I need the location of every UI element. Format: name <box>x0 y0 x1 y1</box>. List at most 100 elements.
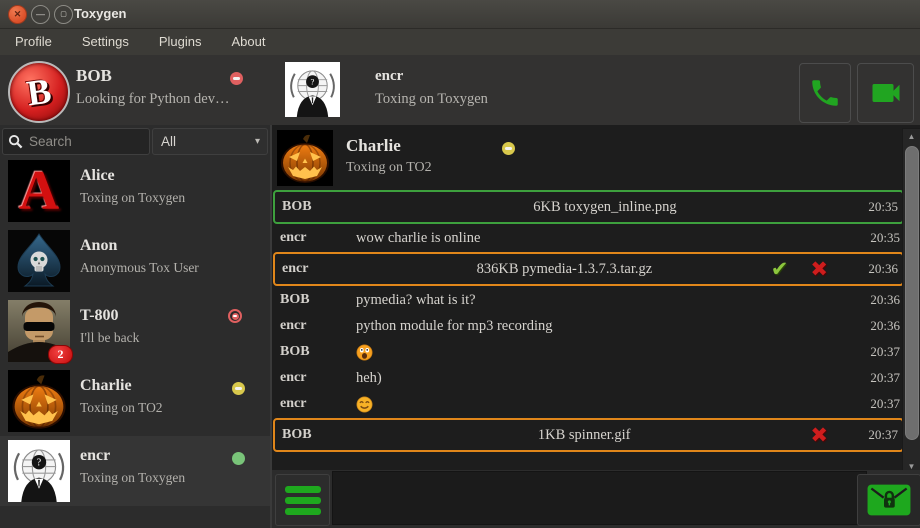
header: B BOB Looking for Python dev… ? encr T <box>0 55 920 125</box>
minimize-glyph: — <box>36 10 45 19</box>
minimize-icon[interactable]: — <box>31 5 50 24</box>
contact-name: Anon <box>80 237 117 255</box>
maximize-icon[interactable]: ▢ <box>54 5 73 24</box>
menu-about[interactable]: About <box>216 29 280 55</box>
scroll-up-glyph: ▲ <box>908 132 916 141</box>
pumpkin-icon <box>277 130 333 186</box>
self-status-message[interactable]: Looking for Python dev… <box>76 91 229 108</box>
file-transfer-label: 6KB toxygen_inline.png <box>358 199 852 216</box>
contact-status-message: Toxing on Toxygen <box>80 470 185 486</box>
message-time: 20:35 <box>852 199 902 215</box>
file-transfer-row[interactable]: encr 836KB pymedia-1.3.7.3.tar.gz ✔ ✖ 20… <box>273 252 904 286</box>
banner-status-message: Toxing on TO2 <box>346 160 432 176</box>
message-row: encr wow charlie is online 20:35 <box>273 225 904 251</box>
message-text: wow charlie is online <box>356 230 854 247</box>
hamburger-icon <box>285 486 321 493</box>
message-sender: encr <box>273 230 356 246</box>
hamburger-icon <box>285 508 321 515</box>
menu-settings[interactable]: Settings <box>67 29 144 55</box>
message-row: encr 20:37 <box>273 391 904 417</box>
contact-busy-new-messages-icon <box>228 309 242 323</box>
scrollbar-thumb[interactable] <box>905 146 919 440</box>
audio-call-button[interactable] <box>799 63 851 123</box>
peer-avatar: ? <box>285 62 340 117</box>
anonymous-logo-icon: ? <box>285 62 340 117</box>
contact-row-encr[interactable]: ? encr Toxing on Toxygen <box>0 436 270 506</box>
charlie-avatar <box>8 370 70 432</box>
search-box <box>2 128 150 155</box>
contact-filter-dropdown[interactable]: All ▾ <box>152 128 268 155</box>
send-button[interactable] <box>857 474 920 526</box>
message-text: pymedia? what is it? <box>356 292 854 309</box>
self-name[interactable]: BOB <box>76 66 112 86</box>
file-transfer-label: 836KB pymedia-1.3.7.3.tar.gz <box>358 261 771 278</box>
message-text: heh) <box>356 370 854 387</box>
message-time: 20:37 <box>854 370 904 386</box>
encr-avatar: ? <box>8 440 70 502</box>
message-sender: BOB <box>273 292 356 308</box>
contact-name: T-800 <box>80 307 119 325</box>
contact-name: encr <box>80 447 110 465</box>
unread-count-badge: 2 <box>48 345 73 364</box>
message-row: BOB 20:37 <box>273 339 904 365</box>
video-call-button[interactable] <box>857 63 914 123</box>
chat-scrollbar: ▲ ▼ <box>902 128 920 474</box>
menu-profile[interactable]: Profile <box>0 29 67 55</box>
composer-bar <box>272 470 920 528</box>
message-emoji <box>356 344 854 361</box>
alice-avatar: A <box>8 160 70 222</box>
anon-avatar <box>8 230 70 292</box>
contact-row-charlie[interactable]: Charlie Toxing on TO2 <box>0 366 270 436</box>
contact-sidebar: All ▾ A Alice Toxing on Toxygen <box>0 125 270 528</box>
window-title: Toxygen <box>74 0 127 28</box>
message-sender: encr <box>273 370 356 386</box>
self-avatar[interactable]: B <box>8 61 70 123</box>
contact-row-alice[interactable]: A Alice Toxing on Toxygen <box>0 156 270 226</box>
contact-row-anon[interactable]: Anon Anonymous Tox User <box>0 226 270 296</box>
alice-avatar-letter: A <box>19 160 59 222</box>
close-icon[interactable]: ✕ <box>8 5 27 24</box>
contact-status-message: I'll be back <box>80 330 139 346</box>
decline-file-icon[interactable]: ✖ <box>810 259 828 280</box>
accept-file-icon[interactable]: ✔ <box>771 259 789 280</box>
message-input[interactable] <box>332 471 867 525</box>
search-input[interactable] <box>27 133 149 150</box>
banner-name: Charlie <box>346 136 401 156</box>
svg-text:?: ? <box>311 77 315 87</box>
menu-bar: Profile Settings Plugins About <box>0 29 920 55</box>
banner-away-status-icon <box>502 142 515 155</box>
pumpkin-icon <box>8 370 70 432</box>
message-time: 20:35 <box>854 230 904 246</box>
close-glyph: ✕ <box>14 10 22 19</box>
file-transfer-row[interactable]: BOB 1KB spinner.gif ✖ 20:37 <box>273 418 904 452</box>
chat-area: Charlie Toxing on TO2 BOB 6KB toxygen_in… <box>270 125 920 528</box>
contact-status-message: Toxing on TO2 <box>80 400 163 416</box>
message-emoji <box>356 396 854 413</box>
self-busy-status-icon[interactable] <box>230 72 243 85</box>
contact-row-t800[interactable]: T-800 I'll be back 2 <box>0 296 270 366</box>
peer-status-message: Toxing on Toxygen <box>375 91 488 108</box>
menu-plugins[interactable]: Plugins <box>144 29 217 55</box>
smile-emoji-icon <box>356 396 373 413</box>
message-row: encr python module for mp3 recording 20:… <box>273 313 904 339</box>
message-time: 20:37 <box>854 396 904 412</box>
message-row: encr heh) 20:37 <box>273 365 904 391</box>
message-sender: BOB <box>273 344 356 360</box>
file-transfer-row[interactable]: BOB 6KB toxygen_inline.png 20:35 <box>273 190 904 224</box>
phone-icon <box>808 76 842 110</box>
message-time: 20:37 <box>854 344 904 360</box>
attachments-menu-button[interactable] <box>275 474 330 526</box>
message-time: 20:36 <box>852 261 902 277</box>
decline-file-icon[interactable]: ✖ <box>810 425 828 446</box>
scroll-up-arrow[interactable]: ▲ <box>903 129 920 143</box>
conversation-contact-banner: Charlie Toxing on TO2 <box>274 129 894 189</box>
hamburger-icon <box>285 497 321 504</box>
file-transfer-actions: ✖ <box>810 425 852 446</box>
anonymous-logo-icon: ? <box>8 440 70 502</box>
message-time: 20:37 <box>852 427 902 443</box>
video-camera-icon <box>868 75 904 111</box>
message-sender: encr <box>275 261 358 277</box>
message-time: 20:36 <box>854 292 904 308</box>
svg-text:?: ? <box>37 457 42 468</box>
message-sender: encr <box>273 396 356 412</box>
